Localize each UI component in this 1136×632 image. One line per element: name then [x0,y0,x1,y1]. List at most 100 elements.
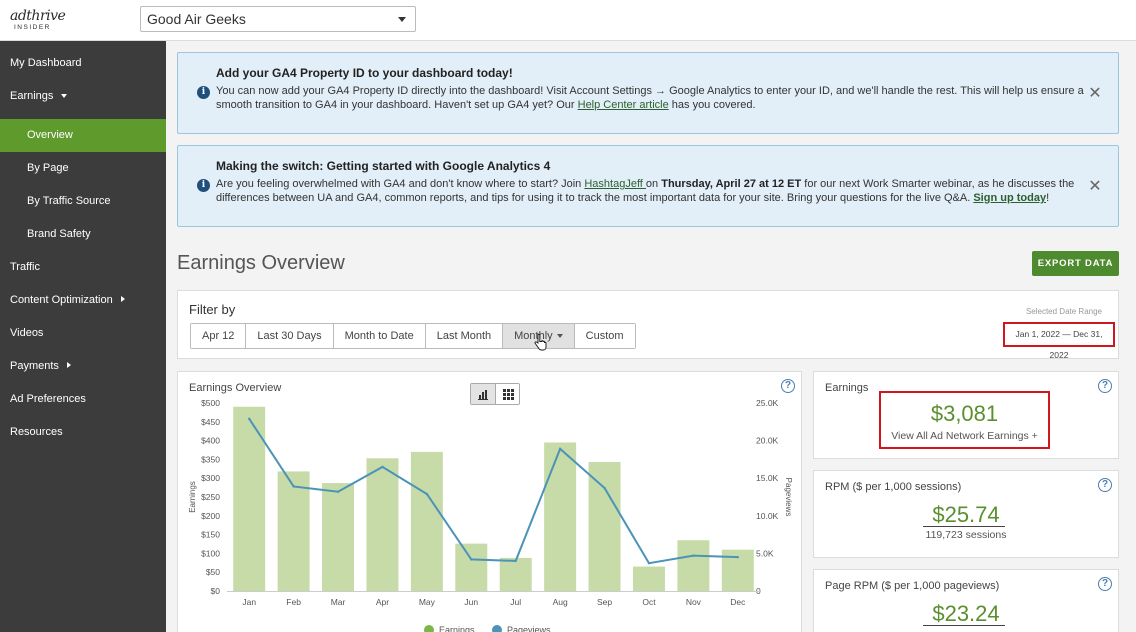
close-icon[interactable]: ✕ [1088,86,1102,102]
x-tick-label: Nov [686,597,702,607]
caret-right-icon [67,362,71,368]
hand-cursor-icon [534,334,547,351]
pageviews-point-jan [248,417,251,420]
x-tick-label: Feb [286,597,301,607]
logo-main-text: adthrive [10,8,66,24]
selected-date-range[interactable]: Jan 1, 2022 — Dec 31, 2022 [1003,322,1115,360]
filter-label: Filter by [189,302,236,317]
sidebar-item-videos[interactable]: Videos [0,317,166,350]
legend-pageviews-swatch [492,625,502,632]
x-tick-label: Oct [642,597,656,607]
adthrive-logo[interactable]: adthrive INSIDER [8,8,66,34]
banner-text: Are you feeling overwhelmed with GA4 and… [216,178,585,190]
sidebar-item-label: Content Optimization [10,294,113,306]
filter-last-30-days-button[interactable]: Last 30 Days [246,324,334,348]
sidebar-item-resources[interactable]: Resources [0,416,166,449]
caret-down-icon [61,94,67,98]
filter-custom-button[interactable]: Custom [574,324,635,348]
y-tick-label: $200 [201,511,220,521]
pageviews-point-jun [470,558,473,561]
card-title: Page RPM ($ per 1,000 pageviews) [825,580,1000,592]
sidebar-item-overview[interactable]: Overview [0,119,166,152]
sign-up-link[interactable]: Sign up today [973,192,1046,204]
page-rpm-value: $23.24 [932,601,1000,626]
x-tick-label: May [419,597,436,607]
pageviews-point-apr [381,465,384,469]
sidebar-item-earnings[interactable]: Earnings [0,80,166,113]
pageviews-point-dec [736,555,739,559]
webinar-date: Thursday, April 27 at 12 ET [661,178,802,190]
rpm-card: RPM ($ per 1,000 sessions) ? $25.74 119,… [813,470,1119,558]
pageviews-point-nov [692,554,695,557]
pageviews-point-sep [603,486,606,490]
y2-tick-label: 5.0K [756,548,774,558]
date-range-label: Selected Date Range [1025,307,1102,316]
sidebar-item-by-page[interactable]: By Page [0,152,166,185]
sidebar-item-label: Earnings [10,90,54,102]
x-tick-label: Dec [730,597,746,607]
site-select-value: Good Air Geeks [147,11,246,27]
y2-tick-label: 25.0K [756,398,779,408]
y-axis-label: Earnings [188,481,197,513]
banner-title: Making the switch: Getting started with … [216,159,551,173]
bar-feb [277,471,310,591]
sidebar-item-label: Ad Preferences [10,393,86,405]
top-header: adthrive INSIDER Good Air Geeks [0,0,1136,41]
close-icon[interactable]: ✕ [1088,179,1102,195]
sidebar-item-label: My Dashboard [10,57,82,69]
legend-pageviews-label: Pageviews [507,625,551,632]
ga4-property-banner: Add your GA4 Property ID to your dashboa… [177,52,1119,134]
filter-last-month-button[interactable]: Last Month [425,324,504,348]
caret-right-icon [121,296,125,302]
pageviews-point-oct [647,561,651,565]
hashtagjeff-link[interactable]: HashtagJeff [584,178,646,190]
bar-sep [588,462,621,591]
sidebar-item-label: Resources [10,426,63,438]
card-title: Earnings [825,382,869,394]
sidebar-item-label: Overview [27,129,73,141]
bar-mar [322,483,355,591]
divider [923,526,1005,527]
sidebar-item-my-dashboard[interactable]: My Dashboard [0,47,166,80]
info-icon: i [197,86,210,99]
banner-body: Are you feeling overwhelmed with GA4 and… [216,177,1086,205]
y-tick-label: $400 [201,436,220,446]
pageviews-point-mar [336,490,340,493]
logo-sub-text: INSIDER [14,24,51,31]
y2-tick-label: 15.0K [756,473,779,483]
y2-axis-label: Pageviews [784,478,793,517]
pageviews-point-may [425,492,429,496]
help-icon[interactable]: ? [1098,577,1112,591]
filter-panel: Filter by Apr 12 Last 30 Days Month to D… [177,290,1119,360]
sidebar-item-by-traffic-source[interactable]: By Traffic Source [0,185,166,218]
rpm-value: $25.74 [932,502,1000,527]
sidebar: My Dashboard Earnings Overview By Page B… [0,41,166,632]
export-data-button[interactable]: EXPORT DATA [1032,251,1119,276]
y-tick-label: $250 [201,492,220,502]
banner-body: You can now add your GA4 Property ID dir… [216,84,1086,112]
sidebar-item-ad-preferences[interactable]: Ad Preferences [0,383,166,416]
x-tick-label: Apr [376,597,389,607]
sidebar-item-content-optimization[interactable]: Content Optimization [0,284,166,317]
view-all-ad-network-earnings-link[interactable]: View All Ad Network Earnings + [881,430,1048,442]
y-tick-label: $450 [201,417,220,427]
earnings-highlight: $3,081 View All Ad Network Earnings + [879,391,1050,449]
earnings-chart-panel: Earnings Overview ? $0 $50 $100 $150 $200 $25… [177,371,802,632]
x-tick-label: Sep [597,597,612,607]
help-center-link[interactable]: Help Center article [578,99,669,111]
help-icon[interactable]: ? [1098,379,1112,393]
filter-month-to-date-button[interactable]: Month to Date [333,324,426,348]
legend-earnings-label: Earnings [439,625,475,632]
sidebar-item-label: By Traffic Source [27,195,111,207]
sidebar-item-traffic[interactable]: Traffic [0,251,166,284]
sidebar-item-payments[interactable]: Payments [0,350,166,383]
bar-jun [455,543,488,591]
earnings-chart: $0 $50 $100 $150 $200 $250 $300 $350 $400 $450 $50… [188,398,793,632]
x-tick-label: Jan [242,597,256,607]
filter-apr-12-button[interactable]: Apr 12 [191,324,247,348]
help-icon[interactable]: ? [1098,478,1112,492]
bar-nov [677,540,710,591]
site-select[interactable]: Good Air Geeks [140,6,416,32]
bar-jul [499,557,532,591]
sidebar-item-brand-safety[interactable]: Brand Safety [0,218,166,251]
